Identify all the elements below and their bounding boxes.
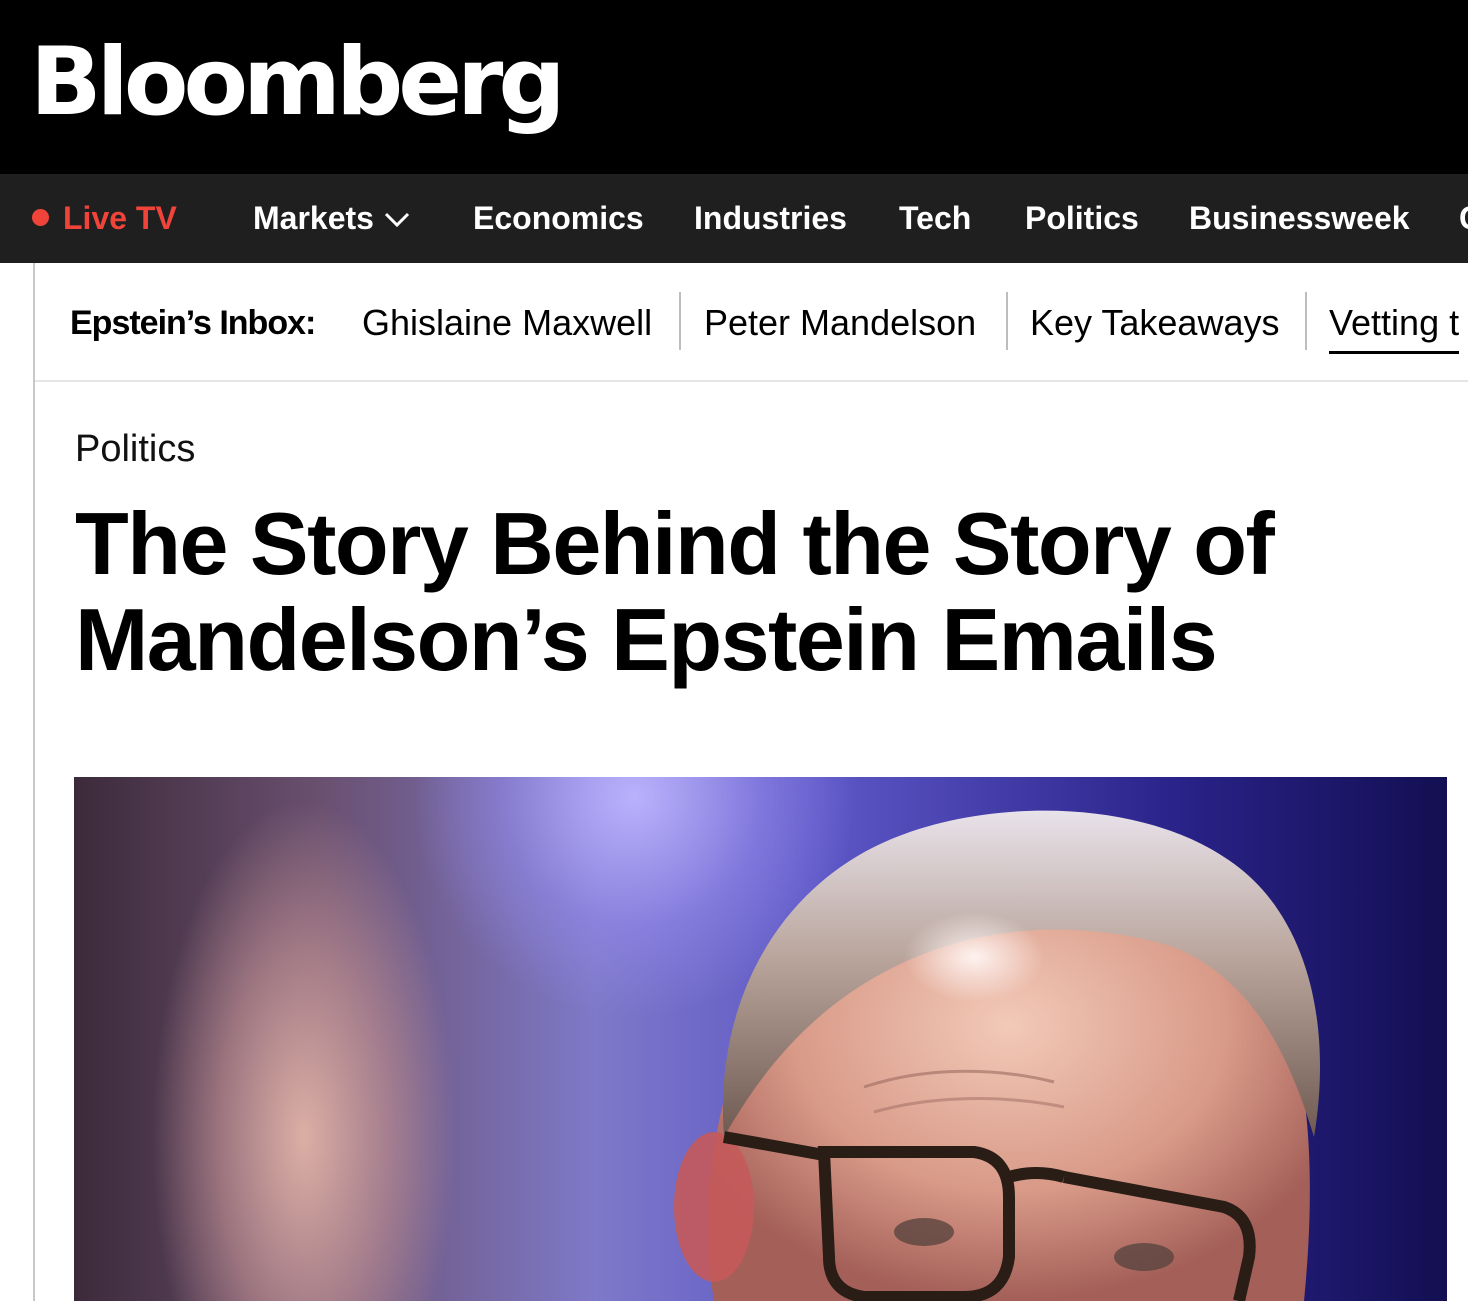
nav-item-truncated[interactable]: C	[1459, 174, 1468, 263]
nav-item-businessweek[interactable]: Businessweek	[1189, 174, 1410, 263]
chevron-down-icon	[384, 174, 410, 262]
subnav-link-peter-mandelson[interactable]: Peter Mandelson	[704, 299, 976, 347]
headline-line-1: The Story Behind the Story of	[75, 494, 1275, 593]
nav-markets-label: Markets	[253, 200, 374, 236]
hero-image	[74, 777, 1447, 1301]
bloomberg-logo[interactable]: Bloomberg	[30, 18, 566, 148]
subnav-link-vetting[interactable]: Vetting t	[1329, 299, 1460, 354]
left-divider	[33, 263, 35, 1301]
nav-item-live-tv[interactable]: Live TV	[32, 174, 177, 263]
subnav-divider	[1305, 292, 1307, 350]
nav-item-tech[interactable]: Tech	[899, 174, 971, 263]
nav-item-industries[interactable]: Industries	[694, 174, 847, 263]
subnav-link-key-takeaways[interactable]: Key Takeaways	[1030, 299, 1279, 347]
nav-item-economics[interactable]: Economics	[473, 174, 644, 263]
subnav-link-ghislaine-maxwell[interactable]: Ghislaine Maxwell	[362, 299, 652, 347]
subnav-divider	[1006, 292, 1008, 350]
headline-line-2: Mandelson’s Epstein Emails	[75, 590, 1218, 689]
live-dot-icon	[32, 209, 49, 227]
nav-item-markets[interactable]: Markets	[253, 174, 410, 263]
topic-subnav: Epstein’s Inbox: Ghislaine Maxwell Peter…	[35, 263, 1468, 382]
nav-item-politics[interactable]: Politics	[1025, 174, 1139, 263]
brand-header: Bloomberg	[0, 0, 1468, 174]
hero-portrait-graphic	[674, 810, 1320, 1301]
subnav-divider	[679, 292, 681, 350]
main-nav: Live TV Markets Economics Industries Tec…	[0, 174, 1468, 263]
subnav-label: Epstein’s Inbox:	[70, 304, 316, 342]
article-section-label[interactable]: Politics	[75, 425, 195, 473]
article-headline: The Story Behind the Story of Mandelson’…	[75, 496, 1445, 688]
nav-live-tv-label: Live TV	[63, 200, 177, 236]
